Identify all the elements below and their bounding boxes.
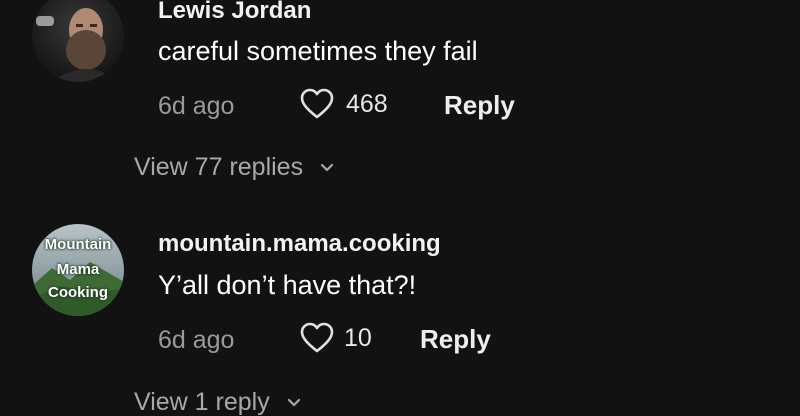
avatar-photo: [32, 0, 124, 82]
view-replies-label: View 77 replies: [134, 153, 304, 181]
reply-button[interactable]: Reply: [420, 324, 491, 355]
comment-meta: 6d ago 468 Reply: [158, 86, 578, 126]
view-replies-button[interactable]: View 1 reply: [134, 388, 301, 416]
avatar[interactable]: [32, 0, 124, 82]
view-replies-label: View 1 reply: [134, 388, 270, 416]
comment-username[interactable]: mountain.mama.cooking: [158, 230, 441, 258]
avatar-text-line: Cooking: [48, 284, 108, 301]
like-count: 10: [344, 324, 372, 352]
comment-timestamp: 6d ago: [158, 92, 235, 120]
avatar[interactable]: Mountain Mama Cooking: [32, 224, 124, 316]
avatar-text-line: Mama: [56, 261, 100, 278]
avatar-text-line: Mountain: [44, 236, 112, 253]
comment-text: Y’all don’t have that?!: [158, 270, 417, 300]
comment-meta: 6d ago 10 Reply: [158, 320, 578, 360]
heart-outline-icon[interactable]: [300, 88, 334, 120]
view-replies-button[interactable]: View 77 replies: [134, 153, 334, 182]
heart-outline-icon[interactable]: [300, 322, 334, 354]
like-count: 468: [346, 90, 388, 118]
comment-username[interactable]: Lewis Jordan: [158, 0, 311, 25]
chevron-down-icon: [287, 399, 300, 407]
comment-text: careful sometimes they fail: [158, 36, 478, 66]
chevron-down-icon: [320, 164, 334, 172]
reply-button[interactable]: Reply: [444, 90, 515, 121]
comment-timestamp: 6d ago: [158, 326, 235, 354]
comments-panel: { "comments": [ { "username": "Lewis Jor…: [0, 0, 800, 416]
